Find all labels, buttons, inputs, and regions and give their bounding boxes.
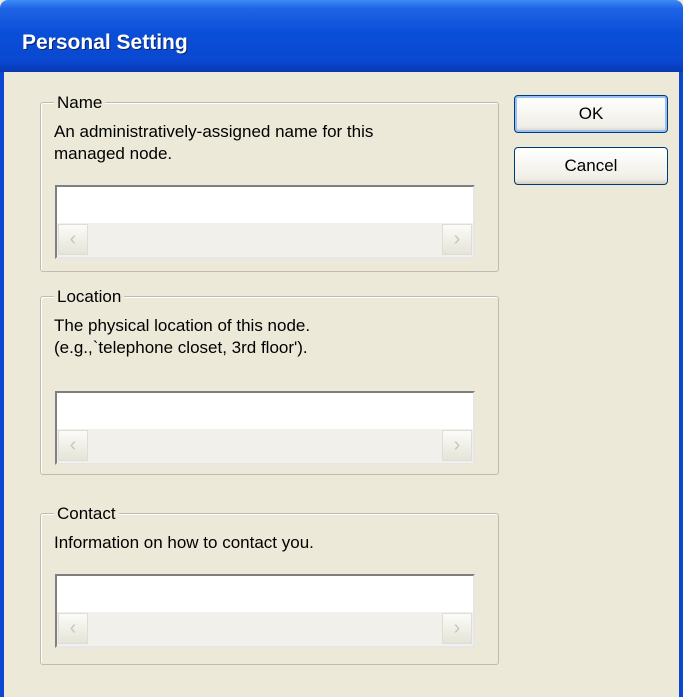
name-description: An administratively-assigned name for th… bbox=[54, 121, 373, 165]
chevron-left-icon[interactable]: ‹ bbox=[58, 613, 88, 644]
location-group: Location The physical location of this n… bbox=[40, 287, 499, 475]
name-legend: Name bbox=[54, 93, 106, 113]
location-horizontal-scrollbar[interactable]: ‹ › bbox=[57, 429, 473, 463]
location-desc-line2: (e.g.,`telephone closet, 3rd floor'). bbox=[54, 338, 308, 357]
location-field[interactable]: ‹ › bbox=[55, 391, 475, 465]
contact-desc-line1: Information on how to contact you. bbox=[54, 533, 314, 552]
name-desc-line2: managed node. bbox=[54, 144, 173, 163]
chevron-left-icon[interactable]: ‹ bbox=[58, 430, 88, 461]
name-desc-line1: An administratively-assigned name for th… bbox=[54, 122, 374, 141]
cancel-button[interactable]: Cancel bbox=[514, 147, 668, 185]
contact-description: Information on how to contact you. bbox=[54, 532, 314, 554]
window-frame-right bbox=[679, 72, 683, 697]
title-bar[interactable]: Personal Setting bbox=[0, 0, 683, 72]
chevron-right-icon[interactable]: › bbox=[442, 224, 472, 255]
window-frame-left bbox=[0, 72, 4, 697]
personal-setting-dialog: Personal Setting Name An administrativel… bbox=[0, 0, 683, 697]
location-legend: Location bbox=[54, 287, 125, 307]
chevron-right-icon[interactable]: › bbox=[442, 613, 472, 644]
chevron-left-icon[interactable]: ‹ bbox=[58, 224, 88, 255]
chevron-right-icon[interactable]: › bbox=[442, 430, 472, 461]
name-field[interactable]: ‹ › bbox=[55, 185, 475, 259]
location-desc-line1: The physical location of this node. bbox=[54, 316, 311, 335]
location-description: The physical location of this node. (e.g… bbox=[54, 315, 310, 359]
name-group: Name An administratively-assigned name f… bbox=[40, 93, 499, 272]
contact-legend: Contact bbox=[54, 504, 119, 524]
contact-group: Contact Information on how to contact yo… bbox=[40, 504, 499, 665]
contact-field[interactable]: ‹ › bbox=[55, 574, 475, 648]
ok-button[interactable]: OK bbox=[514, 95, 668, 133]
name-horizontal-scrollbar[interactable]: ‹ › bbox=[57, 223, 473, 257]
window-title: Personal Setting bbox=[22, 31, 188, 54]
contact-horizontal-scrollbar[interactable]: ‹ › bbox=[57, 612, 473, 646]
